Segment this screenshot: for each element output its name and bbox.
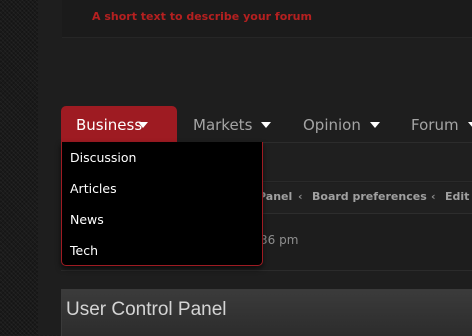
nav-item-label: Business: [76, 116, 143, 134]
site-header: A short text to describe your forum: [62, 0, 472, 38]
ucp-header: User Control Panel: [61, 289, 472, 336]
nav-item-label: Markets: [193, 116, 253, 134]
nav-item-forum[interactable]: Forum: [411, 106, 472, 142]
dropdown-item-news[interactable]: News: [70, 212, 104, 227]
nav-item-label: Opinion: [303, 116, 361, 134]
breadcrumb-separator: ‹: [431, 190, 436, 203]
caret-down-icon: [138, 122, 148, 128]
breadcrumb-item-panel[interactable]: Panel: [258, 183, 292, 211]
breadcrumb-item-edit[interactable]: Edit: [445, 183, 469, 211]
breadcrumb-item-board-preferences[interactable]: Board preferences: [312, 183, 427, 211]
page-title: User Control Panel: [66, 299, 227, 320]
main-navbar: Business Markets Opinion Forum: [61, 106, 472, 143]
nav-item-business[interactable]: Business: [61, 106, 177, 142]
caret-down-icon: [261, 122, 272, 128]
breadcrumb-separator: ‹: [298, 190, 303, 203]
caret-down-icon: [467, 122, 472, 128]
nav-item-markets[interactable]: Markets: [193, 106, 285, 142]
nav-item-opinion[interactable]: Opinion: [303, 106, 395, 142]
dropdown-item-articles[interactable]: Articles: [70, 181, 117, 196]
dropdown-item-tech[interactable]: Tech: [70, 243, 98, 258]
left-texture: [0, 0, 38, 335]
site-tagline: A short text to describe your forum: [92, 10, 312, 23]
caret-down-icon: [369, 122, 380, 128]
nav-item-label: Forum: [411, 116, 459, 134]
business-dropdown-menu: Discussion Articles News Tech: [61, 142, 263, 266]
dropdown-item-discussion[interactable]: Discussion: [70, 150, 136, 165]
current-time-text: 36 pm: [260, 233, 299, 247]
